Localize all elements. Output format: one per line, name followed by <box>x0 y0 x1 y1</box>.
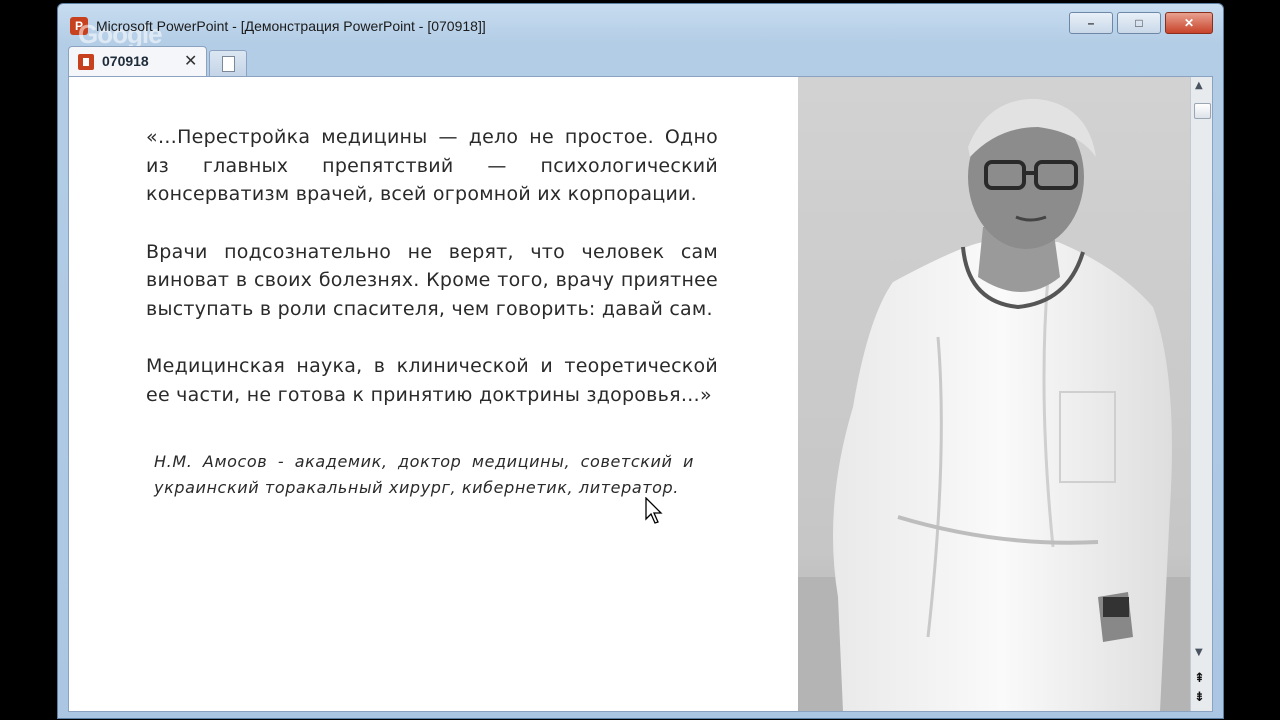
new-tab-button[interactable] <box>209 50 247 77</box>
tab-bar: 070918 ✕ <box>68 44 1215 77</box>
window-title: Microsoft PowerPoint - [Демонстрация Pow… <box>96 18 486 34</box>
tab-label: 070918 <box>102 53 149 69</box>
slide-view[interactable]: «…Перестройка медицины — дело не простое… <box>68 76 1213 712</box>
powerpoint-window: P Google Microsoft PowerPoint - [Демонст… <box>57 3 1224 719</box>
minimize-button[interactable]: – <box>1069 12 1113 34</box>
vertical-scrollbar[interactable]: ▲ ▼ ⇞ ⇟ <box>1190 77 1212 711</box>
quote-attribution: Н.М. Амосов - академик, доктор медицины,… <box>154 452 694 497</box>
scroll-thumb[interactable] <box>1194 103 1211 119</box>
title-bar[interactable]: P Google Microsoft PowerPoint - [Демонст… <box>58 4 1223 49</box>
portrait-photo <box>798 77 1191 711</box>
slide-quote: «…Перестройка медицины — дело не простое… <box>146 123 718 438</box>
powerpoint-app-icon[interactable]: P <box>70 17 88 35</box>
tab-070918[interactable]: 070918 ✕ <box>68 46 207 77</box>
maximize-button[interactable]: □ <box>1117 12 1161 34</box>
quote-paragraph-3: Медицинская наука, в клинической и теоре… <box>146 355 718 406</box>
close-button[interactable]: ✕ <box>1165 12 1213 34</box>
blank-page-icon <box>222 56 235 72</box>
mouse-cursor-icon <box>645 497 663 524</box>
quote-paragraph-2: Врачи подсознательно не верят, что челов… <box>146 240 718 320</box>
previous-slide-icon[interactable]: ⇞ <box>1194 672 1205 685</box>
scroll-down-icon[interactable]: ▼ <box>1195 647 1203 658</box>
window-controls: – □ ✕ <box>1065 12 1213 34</box>
tab-close-icon[interactable]: ✕ <box>184 51 197 71</box>
quote-paragraph-1: «…Перестройка медицины — дело не простое… <box>146 126 718 205</box>
presentation-file-icon <box>78 54 94 70</box>
scroll-up-icon[interactable]: ▲ <box>1195 80 1203 91</box>
next-slide-icon[interactable]: ⇟ <box>1194 691 1205 704</box>
